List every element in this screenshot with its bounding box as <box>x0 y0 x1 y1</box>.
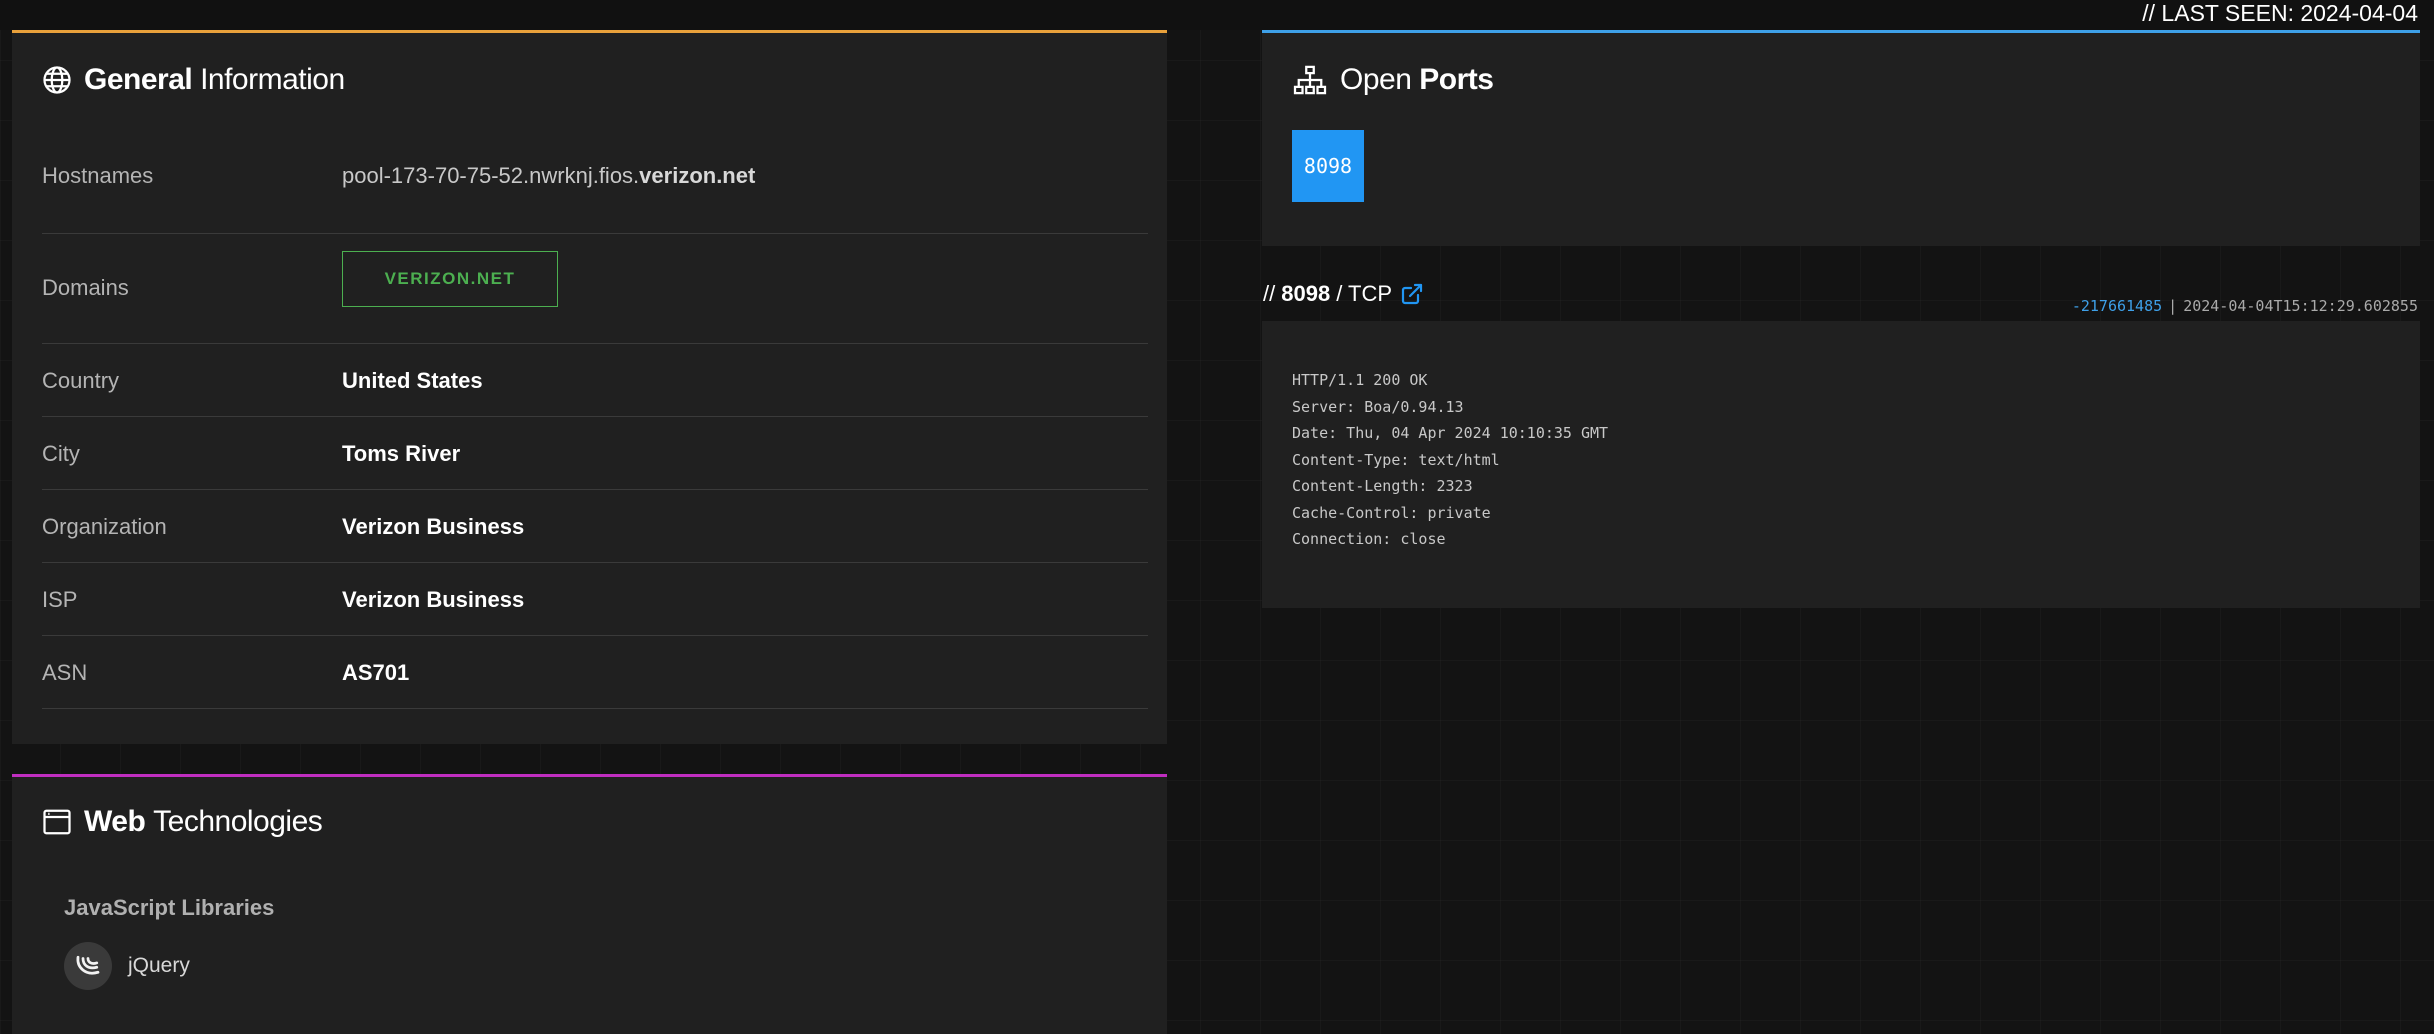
organization-value: Verizon Business <box>342 514 525 539</box>
service-hash-link[interactable]: -217661485 <box>2072 297 2162 315</box>
globe-icon <box>43 66 71 94</box>
service-port: 8098 <box>1281 281 1331 306</box>
asn-value: AS701 <box>342 660 410 685</box>
hostname-value[interactable]: pool-173-70-75-52.nwrknj.fios.verizon.ne… <box>342 163 755 189</box>
service-meta: -217661485 | 2024-04-04T15:12:29.602855 <box>2072 297 2418 315</box>
row-organization: Organization Verizon Business <box>42 489 1148 563</box>
meta-separator: | <box>2168 297 2178 315</box>
jquery-icon <box>64 942 112 990</box>
javascript-libraries-heading: JavaScript Libraries <box>64 895 275 920</box>
row-label: ISP <box>42 587 78 612</box>
row-label: City <box>42 441 80 466</box>
row-city: City Toms River <box>42 416 1148 490</box>
general-information-card: General Information Hostnames pool-173-7… <box>12 30 1167 744</box>
web-technologies-card: Web Technologies JavaScript Libraries jQ… <box>12 774 1167 1034</box>
browser-window-icon <box>43 809 71 835</box>
title-bold: General <box>84 63 193 96</box>
title-light: Open <box>1340 63 1412 96</box>
country-value: United States <box>342 368 483 393</box>
service-protocol: / TCP <box>1336 281 1393 306</box>
row-label: Organization <box>42 514 167 539</box>
tech-item-jquery[interactable]: jQuery <box>64 942 190 990</box>
external-link-icon[interactable] <box>1400 282 1424 306</box>
general-information-title: General Information <box>42 63 345 97</box>
title-light: Technologies <box>153 805 323 838</box>
city-value: Toms River <box>342 441 461 466</box>
port-badge[interactable]: 8098 <box>1292 130 1364 202</box>
row-label: Hostnames <box>42 163 154 188</box>
web-technologies-title: Web Technologies <box>42 805 323 839</box>
open-ports-title: Open Ports <box>1292 63 1494 97</box>
title-bold: Web <box>84 805 146 838</box>
title-light: Information <box>200 63 345 96</box>
service-timestamp: 2024-04-04T15:12:29.602855 <box>2183 297 2418 315</box>
title-bold: Ports <box>1419 63 1494 96</box>
row-domains: Domains VERIZON.NET <box>42 233 1148 344</box>
row-asn: ASN AS701 <box>42 635 1148 709</box>
tech-name: jQuery <box>128 954 190 977</box>
row-label: Domains <box>42 275 129 300</box>
row-label: Country <box>42 368 120 393</box>
service-header: // 8098 / TCP <box>1263 281 1424 307</box>
service-banner-card: HTTP/1.1 200 OK Server: Boa/0.94.13 Date… <box>1262 321 2420 608</box>
last-seen-label: // LAST SEEN: 2024-04-04 <box>2142 0 2418 26</box>
domain-badge[interactable]: VERIZON.NET <box>342 251 558 307</box>
row-label: ASN <box>42 660 88 685</box>
isp-value: Verizon Business <box>342 587 525 612</box>
service-prefix: // <box>1263 281 1276 306</box>
top-bar <box>0 0 2434 30</box>
network-tree-icon <box>1293 65 1327 95</box>
open-ports-card: Open Ports 8098 <box>1262 30 2420 246</box>
service-banner-text: HTTP/1.1 200 OK Server: Boa/0.94.13 Date… <box>1292 371 1609 548</box>
row-country: Country United States <box>42 343 1148 417</box>
row-hostnames: Hostnames pool-173-70-75-52.nwrknj.fios.… <box>42 133 1148 234</box>
row-isp: ISP Verizon Business <box>42 562 1148 636</box>
